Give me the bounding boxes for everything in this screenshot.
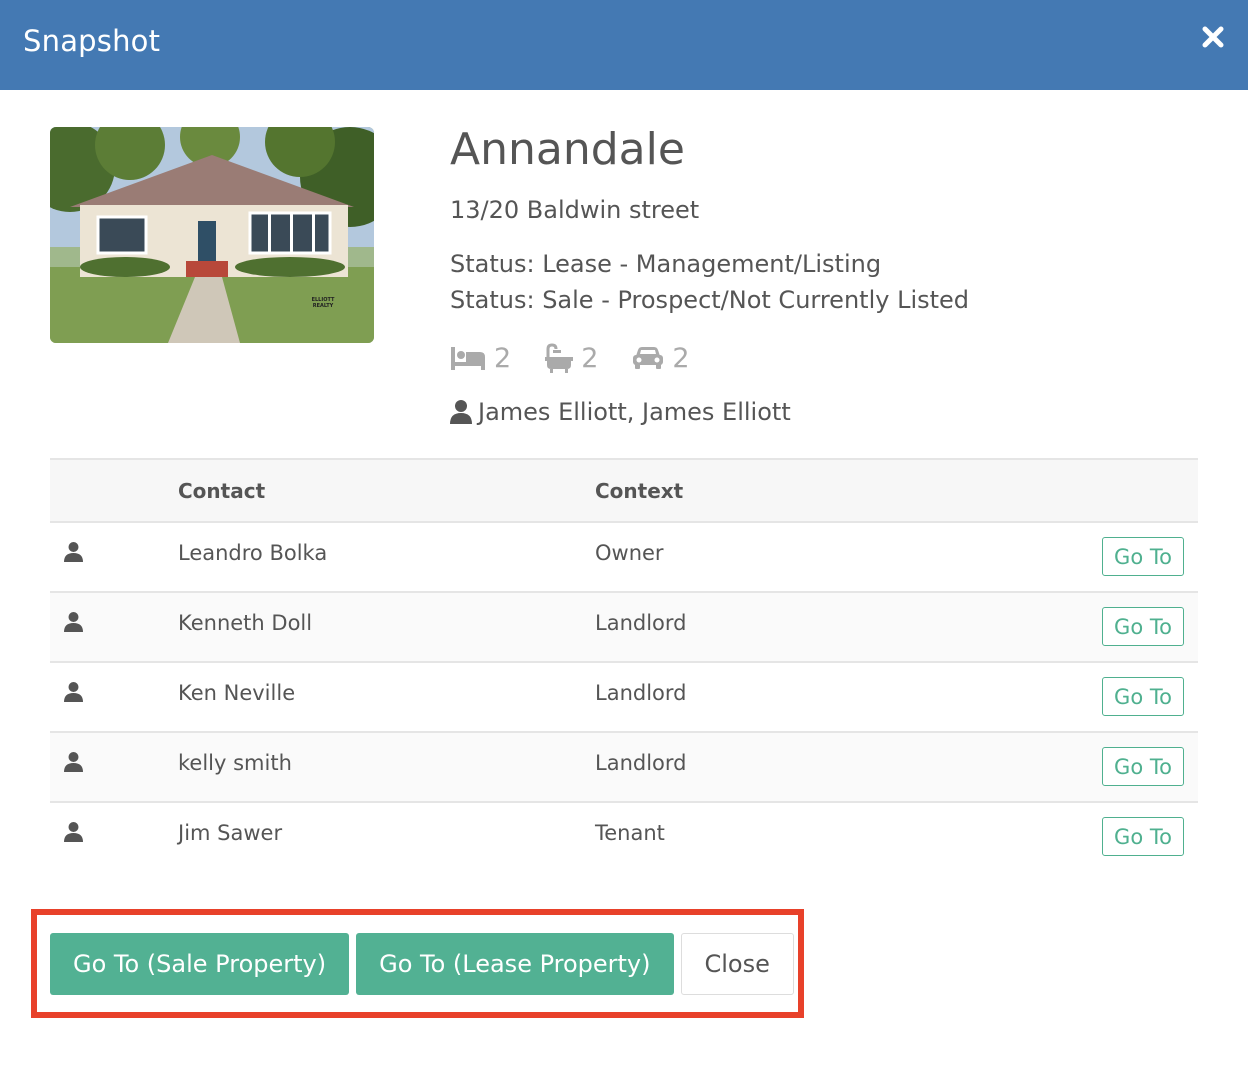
contact-context: Owner <box>595 522 1015 593</box>
contact-context: Landlord <box>595 662 1015 733</box>
user-icon <box>64 752 83 772</box>
contact-name: Kenneth Doll <box>178 592 595 663</box>
property-features: 2 2 2 <box>450 338 724 378</box>
user-icon <box>450 400 472 424</box>
agents-names: James Elliott, James Elliott <box>478 398 791 426</box>
user-icon <box>64 682 83 702</box>
table-row: Kenneth Doll Landlord Go To <box>50 592 1198 663</box>
header-context: Context <box>595 458 1015 523</box>
table-row: Jim Sawer Tenant Go To <box>50 802 1198 872</box>
goto-sale-property-button[interactable]: Go To (Sale Property) <box>50 933 350 995</box>
contact-context: Landlord <box>595 592 1015 663</box>
contacts-table: Contact Context Leandro Bolka Owner Go T… <box>50 458 1198 872</box>
car-spaces-feature: 2 <box>632 342 690 374</box>
bedrooms-count: 2 <box>494 342 512 374</box>
header-action-col <box>1015 458 1198 523</box>
goto-contact-button[interactable]: Go To <box>1102 607 1184 646</box>
contact-context: Landlord <box>595 732 1015 803</box>
user-icon <box>64 822 83 842</box>
bath-icon <box>545 343 574 373</box>
bed-icon <box>451 347 485 370</box>
modal-header: Snapshot <box>0 0 1248 90</box>
contact-name: Leandro Bolka <box>178 522 595 593</box>
bathrooms-count: 2 <box>581 342 599 374</box>
property-agents: James Elliott, James Elliott <box>450 398 791 426</box>
contact-name: Jim Sawer <box>178 821 283 845</box>
bathrooms-feature: 2 <box>545 343 598 374</box>
close-button[interactable]: Close <box>680 933 794 995</box>
goto-contact-button[interactable]: Go To <box>1102 747 1184 786</box>
property-photo: ELLIOTT REALTY <box>50 127 374 343</box>
table-row: kelly smith Landlord Go To <box>50 732 1198 803</box>
contact-context: Tenant <box>595 821 665 845</box>
goto-lease-property-button[interactable]: Go To (Lease Property) <box>356 933 674 995</box>
goto-contact-button[interactable]: Go To <box>1102 537 1184 576</box>
close-x-icon[interactable] <box>1200 24 1226 50</box>
user-icon <box>64 542 83 562</box>
user-icon <box>64 612 83 632</box>
contact-name: kelly smith <box>178 732 595 803</box>
property-address: 13/20 Baldwin street <box>450 196 700 224</box>
bedrooms-feature: 2 <box>450 343 511 374</box>
property-name: Annandale <box>450 124 685 175</box>
modal-footer: Go To (Sale Property) Go To (Lease Prope… <box>50 933 794 995</box>
table-header-row: Contact Context <box>50 458 1198 523</box>
sale-status: Status: Sale - Prospect/Not Currently Li… <box>450 286 970 314</box>
photo-watermark: ELLIOTT REALTY <box>311 297 335 309</box>
contact-name: Ken Neville <box>178 662 595 733</box>
goto-contact-button[interactable]: Go To <box>1102 677 1184 716</box>
header-icon-col <box>50 458 178 523</box>
goto-contact-button[interactable]: Go To <box>1102 817 1184 856</box>
car-icon <box>633 347 664 369</box>
table-row: Leandro Bolka Owner Go To <box>50 522 1198 593</box>
car-spaces-count: 2 <box>672 342 690 374</box>
table-row: Ken Neville Landlord Go To <box>50 662 1198 733</box>
header-contact: Contact <box>178 458 595 523</box>
modal-title: Snapshot <box>23 24 161 58</box>
lease-status: Status: Lease - Management/Listing <box>450 250 882 278</box>
